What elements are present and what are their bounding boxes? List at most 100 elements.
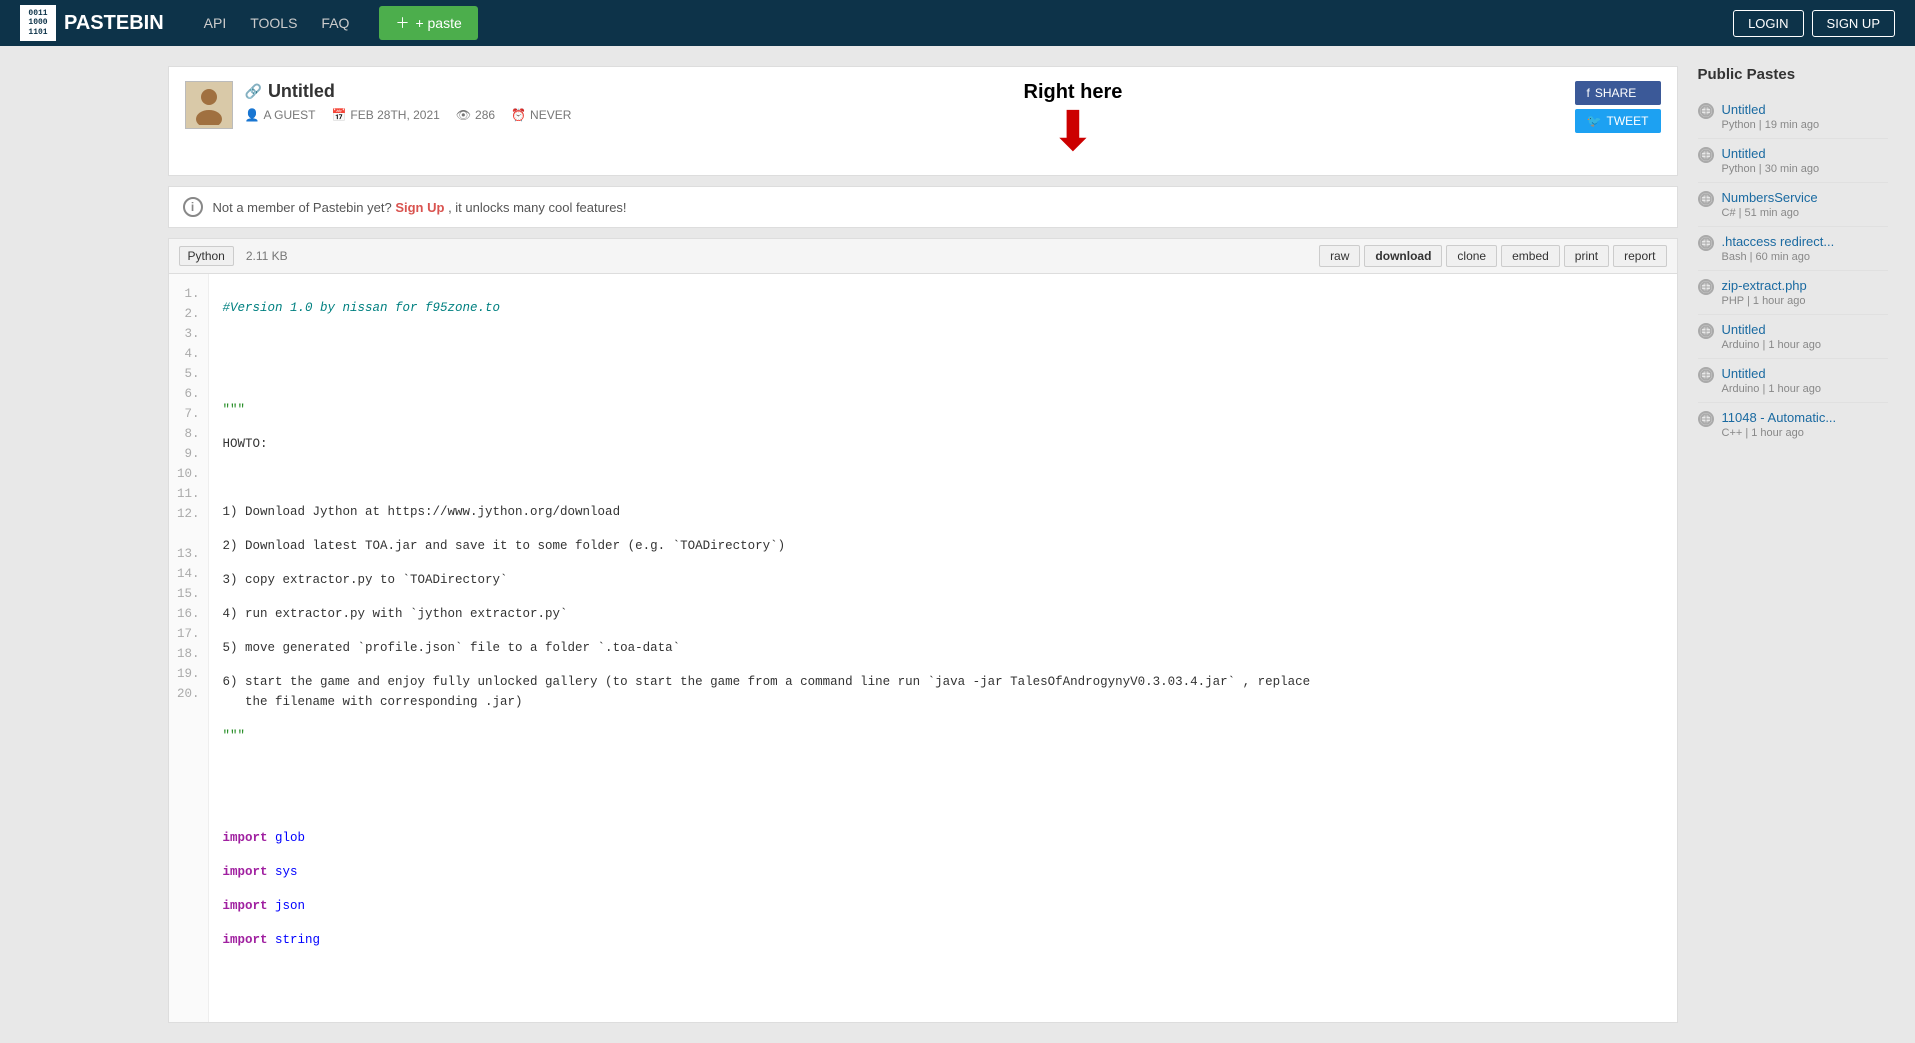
paste-item-meta: Arduino | 1 hour ago xyxy=(1722,383,1888,395)
paste-item-info: Untitled Arduino | 1 hour ago xyxy=(1722,322,1888,351)
paste-item-name: NumbersService xyxy=(1722,190,1888,205)
paste-item-meta: Arduino | 1 hour ago xyxy=(1722,339,1888,351)
sidebar-paste-item[interactable]: Untitled Arduino | 1 hour ago xyxy=(1698,359,1888,403)
download-button[interactable]: download xyxy=(1364,245,1442,267)
twitter-tweet-button[interactable]: 🐦 TWEET xyxy=(1575,109,1661,133)
code-lines: #Version 1.0 by nissan for f95zone.to ""… xyxy=(209,274,1677,1022)
globe-icon xyxy=(1698,367,1714,383)
paste-item-meta: C++ | 1 hour ago xyxy=(1722,427,1888,439)
embed-button[interactable]: embed xyxy=(1501,245,1560,267)
clock-icon: ⏰ xyxy=(511,108,526,122)
print-button[interactable]: print xyxy=(1564,245,1609,267)
paste-item-name: Untitled xyxy=(1722,146,1888,161)
paste-item-name: zip-extract.php xyxy=(1722,278,1888,293)
nav-api[interactable]: API xyxy=(204,15,227,31)
info-icon: i xyxy=(183,197,203,217)
paste-item-info: 11048 - Automatic... C++ | 1 hour ago xyxy=(1722,410,1888,439)
code-line-12: 6) start the game and enjoy fully unlock… xyxy=(223,672,1663,712)
sidebar-paste-item[interactable]: Untitled Arduino | 1 hour ago xyxy=(1698,315,1888,359)
annotation-area: Right here ⬇ xyxy=(571,81,1574,159)
public-pastes-list: Untitled Python | 19 min ago Untitled Py… xyxy=(1698,95,1888,446)
signup-button[interactable]: SIGN UP xyxy=(1812,10,1895,37)
code-line-18: import json xyxy=(223,896,1663,916)
code-line-11: 5) move generated `profile.json` file to… xyxy=(223,638,1663,658)
date-info: 📅 FEB 28TH, 2021 xyxy=(331,108,439,122)
guest-banner: i Not a member of Pastebin yet? Sign Up … xyxy=(168,186,1678,228)
sidebar-paste-item[interactable]: Untitled Python | 30 min ago xyxy=(1698,139,1888,183)
avatar xyxy=(185,81,233,129)
login-button[interactable]: LOGIN xyxy=(1733,10,1803,37)
file-size: 2.11 KB xyxy=(246,249,288,263)
code-line-2 xyxy=(223,332,1663,352)
code-line-7: 1) Download Jython at https://www.jython… xyxy=(223,502,1663,522)
paste-item-info: .htaccess redirect... Bash | 60 min ago xyxy=(1722,234,1888,263)
paste-item-meta: Python | 30 min ago xyxy=(1722,163,1888,175)
globe-icon xyxy=(1698,323,1714,339)
main-content: 🔗 Untitled 👤 A GUEST 📅 FEB 28TH, 2021 xyxy=(168,66,1678,1023)
link-icon: 🔗 xyxy=(245,83,262,100)
paste-title: 🔗 Untitled xyxy=(245,81,572,102)
twitter-icon: 🐦 xyxy=(1587,114,1602,128)
paste-item-info: zip-extract.php PHP | 1 hour ago xyxy=(1722,278,1888,307)
code-line-17: import sys xyxy=(223,862,1663,882)
paste-item-info: Untitled Python | 30 min ago xyxy=(1722,146,1888,175)
expiry-info: ⏰ NEVER xyxy=(511,108,571,122)
paste-meta-row: 👤 A GUEST 📅 FEB 28TH, 2021 👁 286 ⏰ xyxy=(245,108,572,122)
code-container: Python 2.11 KB raw download clone embed … xyxy=(168,238,1678,1023)
paste-item-info: Untitled Arduino | 1 hour ago xyxy=(1722,366,1888,395)
facebook-share-button[interactable]: f SHARE xyxy=(1575,81,1661,105)
code-line-3 xyxy=(223,366,1663,386)
facebook-icon: f xyxy=(1587,86,1590,100)
paste-item-info: NumbersService C# | 51 min ago xyxy=(1722,190,1888,219)
annotation-arrow: ⬇ xyxy=(611,104,1534,159)
plus-icon: ＋ xyxy=(395,13,409,33)
paste-item-name: Untitled xyxy=(1722,366,1888,381)
nav-tools[interactable]: TOOLS xyxy=(250,15,297,31)
paste-item-meta: Bash | 60 min ago xyxy=(1722,251,1888,263)
brand-name: PASTEBIN xyxy=(64,12,164,35)
paste-item-name: .htaccess redirect... xyxy=(1722,234,1888,249)
brand-logo: 0011 1000 1101 xyxy=(20,5,56,41)
brand-logo-link[interactable]: 0011 1000 1101 PASTEBIN xyxy=(20,5,164,41)
paste-meta: 🔗 Untitled 👤 A GUEST 📅 FEB 28TH, 2021 xyxy=(245,81,572,122)
report-button[interactable]: report xyxy=(1613,245,1666,267)
paste-item-info: Untitled Python | 19 min ago xyxy=(1722,102,1888,131)
line-numbers: 1.2.3.4.5. 6.7.8.9.10. 11.12. 13.14. 15.… xyxy=(169,274,209,1022)
sidebar-paste-item[interactable]: zip-extract.php PHP | 1 hour ago xyxy=(1698,271,1888,315)
sidebar-title: Public Pastes xyxy=(1698,66,1888,83)
signup-link[interactable]: Sign Up xyxy=(395,200,444,215)
globe-icon xyxy=(1698,191,1714,207)
user-icon: 👤 xyxy=(245,108,260,122)
globe-icon xyxy=(1698,411,1714,427)
new-paste-button[interactable]: ＋ + paste xyxy=(379,6,477,40)
paste-item-name: 11048 - Automatic... xyxy=(1722,410,1888,425)
nav-right: LOGIN SIGN UP xyxy=(1733,10,1895,37)
globe-icon xyxy=(1698,147,1714,163)
language-badge: Python xyxy=(179,246,234,266)
author-info: 👤 A GUEST xyxy=(245,108,316,122)
paste-item-name: Untitled xyxy=(1722,322,1888,337)
paste-header: 🔗 Untitled 👤 A GUEST 📅 FEB 28TH, 2021 xyxy=(168,66,1678,176)
globe-icon xyxy=(1698,103,1714,119)
eye-icon: 👁 xyxy=(456,108,471,122)
sidebar-paste-item[interactable]: Untitled Python | 19 min ago xyxy=(1698,95,1888,139)
sidebar: Public Pastes Untitled Python | 19 min a… xyxy=(1698,66,1888,1023)
code-line-8: 2) Download latest TOA.jar and save it t… xyxy=(223,536,1663,556)
navbar: 0011 1000 1101 PASTEBIN API TOOLS FAQ ＋ … xyxy=(0,0,1915,46)
code-line-16: import glob xyxy=(223,828,1663,848)
views-info: 👁 286 xyxy=(456,108,495,122)
code-line-1: #Version 1.0 by nissan for f95zone.to xyxy=(223,298,1663,318)
globe-icon xyxy=(1698,279,1714,295)
guest-message: Not a member of Pastebin yet? Sign Up , … xyxy=(213,200,627,215)
sidebar-paste-item[interactable]: NumbersService C# | 51 min ago xyxy=(1698,183,1888,227)
clone-button[interactable]: clone xyxy=(1446,245,1497,267)
sidebar-paste-item[interactable]: 11048 - Automatic... C++ | 1 hour ago xyxy=(1698,403,1888,446)
sidebar-paste-item[interactable]: .htaccess redirect... Bash | 60 min ago xyxy=(1698,227,1888,271)
calendar-icon: 📅 xyxy=(331,108,346,122)
code-line-6 xyxy=(223,468,1663,488)
paste-item-meta: Python | 19 min ago xyxy=(1722,119,1888,131)
code-line-4: """ xyxy=(223,400,1663,420)
nav-faq[interactable]: FAQ xyxy=(321,15,349,31)
nav-links: API TOOLS FAQ xyxy=(204,15,350,31)
raw-button[interactable]: raw xyxy=(1319,245,1360,267)
